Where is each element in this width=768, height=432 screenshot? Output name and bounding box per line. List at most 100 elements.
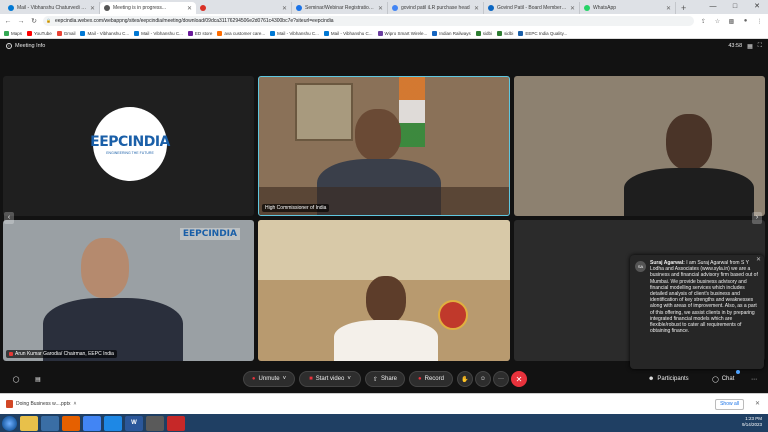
word-icon[interactable]: W — [125, 415, 143, 431]
ie-icon[interactable] — [104, 415, 122, 431]
maximize-icon[interactable]: □ — [724, 0, 746, 14]
share-page-icon[interactable]: ⇪ — [699, 18, 708, 25]
browser-tab[interactable]: Mail - Vibhanshu Chaturvedi - C ✕ — [4, 2, 100, 14]
browser-menu-icon[interactable]: ⋮ — [755, 18, 764, 25]
tab-title: Govind Patil - Board Member iLR — [497, 5, 567, 11]
tab-favicon-icon — [488, 5, 494, 11]
show-all-button[interactable]: Show all — [715, 399, 744, 410]
bookmark-item[interactable]: Mail - Vibhanshu C... — [134, 30, 183, 36]
forward-icon[interactable]: → — [17, 18, 25, 25]
bookmark-item[interactable]: sidbi — [497, 30, 513, 36]
bookmark-item[interactable]: sidbi — [475, 30, 492, 36]
calc-icon[interactable] — [146, 415, 164, 431]
meeting-header: i Meeting Info 43:58 ▦ ⛶ — [0, 39, 768, 53]
snipping-icon[interactable] — [167, 415, 185, 431]
bookmark-item[interactable]: Mail - Vibhanshu C... — [323, 30, 373, 36]
bookmark-item[interactable]: Mail - Vibhanshu C... — [80, 30, 129, 36]
more-icon: ⋯ — [751, 376, 757, 383]
chat-button[interactable]: ◯ Chat — [706, 370, 741, 387]
participants-button[interactable]: ☻ Participants — [642, 371, 695, 387]
raise-hand-button[interactable]: ✋ — [457, 371, 473, 387]
unmute-button[interactable]: ● Unmute ˅ — [243, 371, 295, 387]
new-tab-button[interactable]: + — [676, 2, 691, 14]
profile-icon[interactable]: ● — [741, 18, 750, 24]
start-video-button[interactable]: ■ Start video ˅ — [299, 371, 361, 387]
fullscreen-icon[interactable]: ⛶ — [758, 43, 762, 50]
bookmark-favicon-icon — [56, 30, 62, 36]
info-icon[interactable]: i — [6, 43, 12, 49]
start-button[interactable] — [2, 415, 17, 431]
chat-sender: Suraj Agarwal: — [650, 260, 685, 266]
bookmark-item[interactable]: Indian Railways — [432, 30, 471, 36]
more-panels-button[interactable]: ⋯ — [746, 371, 762, 387]
video-tile-high-commissioner[interactable]: High Commissioner of India — [258, 76, 510, 216]
tab-title: govind patil iLR purchase head — [401, 5, 470, 11]
browser-tab[interactable]: WhatsApp ✕ — [580, 2, 676, 14]
chat-notification[interactable]: SA ✕ Suraj Agarwal: I am Suraj Agarwal f… — [630, 255, 764, 369]
video-tile-chairman[interactable]: EEPCINDIA Arun Kumar Garodia/ Chairman, … — [3, 220, 254, 361]
bookmark-item[interactable]: Wipro Smart Wirele... — [377, 30, 427, 36]
share-button[interactable]: ⇧ Share — [365, 371, 405, 387]
leave-meeting-button[interactable]: ✕ — [511, 371, 527, 387]
bookmark-label: ava customer care... — [224, 30, 266, 36]
bookmark-item[interactable]: YouTube — [27, 30, 52, 36]
browser-tab[interactable]: ✕ — [196, 2, 292, 14]
bookmark-label: Indian Railways — [439, 30, 471, 36]
tab-close-icon[interactable]: ✕ — [666, 5, 671, 12]
back-icon[interactable]: ← — [4, 18, 12, 25]
system-tray[interactable]: 1:23 PM 9/14/2023 — [742, 416, 762, 428]
bookmark-item[interactable]: EEPC India Quality... — [518, 30, 567, 36]
tab-close-icon[interactable]: ✕ — [474, 5, 479, 12]
bookmark-item[interactable]: Maps — [4, 30, 23, 36]
bookmark-item[interactable]: Mail - Vibhanshu C... — [270, 30, 319, 36]
tab-close-icon[interactable]: ✕ — [90, 5, 95, 12]
tab-close-icon[interactable]: ✕ — [187, 5, 192, 12]
eepc-small-logo: EEPCINDIA — [179, 228, 240, 240]
video-tile-participant-5[interactable] — [258, 220, 510, 361]
bookmark-favicon-icon — [323, 30, 329, 36]
url-field[interactable]: eepcindia.webex.com/webappng/sites/eepci… — [43, 16, 694, 26]
reload-icon[interactable]: ↻ — [30, 17, 38, 25]
hand-icon: ✋ — [461, 376, 469, 383]
tab-close-icon[interactable]: ✕ — [378, 5, 383, 12]
browser-tab[interactable]: Meeting is in progress... ✕ — [100, 2, 196, 14]
layout-grid-icon[interactable]: ▦ — [747, 43, 753, 50]
media-icon[interactable] — [41, 415, 59, 431]
bookmark-star-icon[interactable]: ☆ — [713, 18, 722, 25]
tab-list: Mail - Vibhanshu Chaturvedi - C ✕ Meeting … — [4, 2, 676, 14]
browser-tab[interactable]: govind patil iLR purchase head ✕ — [388, 2, 484, 14]
tab-close-icon[interactable]: ✕ — [282, 5, 287, 12]
video-tile-eepc-logo[interactable]: EEPCINDIA ENGINEERING THE FUTURE — [3, 76, 254, 216]
scroll-left-icon[interactable]: ‹ — [4, 212, 14, 224]
download-item[interactable]: Doing Business w....pptx ˄ — [6, 400, 76, 408]
bookmark-item[interactable]: Gmail — [56, 30, 76, 36]
more-options-button[interactable]: ··· — [493, 371, 509, 387]
close-icon[interactable]: ✕ — [755, 400, 760, 407]
bookmark-label: Gmail — [63, 30, 76, 36]
close-window-icon[interactable]: ✕ — [746, 0, 768, 14]
record-button[interactable]: ● Record — [409, 371, 453, 387]
bookmark-favicon-icon — [377, 30, 383, 36]
bookmark-label: Maps — [11, 30, 23, 36]
captions-button[interactable]: ▤ — [30, 371, 46, 387]
reactions-button[interactable]: ☺ — [475, 371, 491, 387]
chrome-icon[interactable] — [83, 415, 101, 431]
explorer-icon[interactable] — [20, 415, 38, 431]
browser-tab[interactable]: Seminar/Webinar Registration F ✕ — [292, 2, 388, 14]
browser-tab[interactable]: Govind Patil - Board Member iLR ✕ — [484, 2, 580, 14]
firefox-icon[interactable] — [62, 415, 80, 431]
tab-close-icon[interactable]: ✕ — [570, 5, 575, 12]
chevron-up-icon[interactable]: ˄ — [73, 401, 76, 407]
scroll-right-icon[interactable]: › — [752, 212, 762, 224]
bookmark-item[interactable]: ava customer care... — [217, 30, 266, 36]
meeting-info-title[interactable]: Meeting Info — [15, 43, 45, 49]
close-icon[interactable]: ✕ — [756, 257, 761, 263]
bookmarks-bar: Maps YouTube Gmail Mail - Vibhanshu C... Mai… — [0, 28, 768, 39]
extensions-icon[interactable]: ▩ — [727, 18, 736, 25]
browser-tab-strip: Mail - Vibhanshu Chaturvedi - C ✕ Meeting … — [0, 0, 768, 14]
device-settings-button[interactable]: ◯ — [8, 371, 24, 387]
bookmark-item[interactable]: ED store — [187, 30, 212, 36]
minimize-icon[interactable]: — — [702, 0, 724, 14]
tab-favicon-icon — [200, 5, 206, 11]
video-tile-participant-3[interactable] — [514, 76, 765, 216]
